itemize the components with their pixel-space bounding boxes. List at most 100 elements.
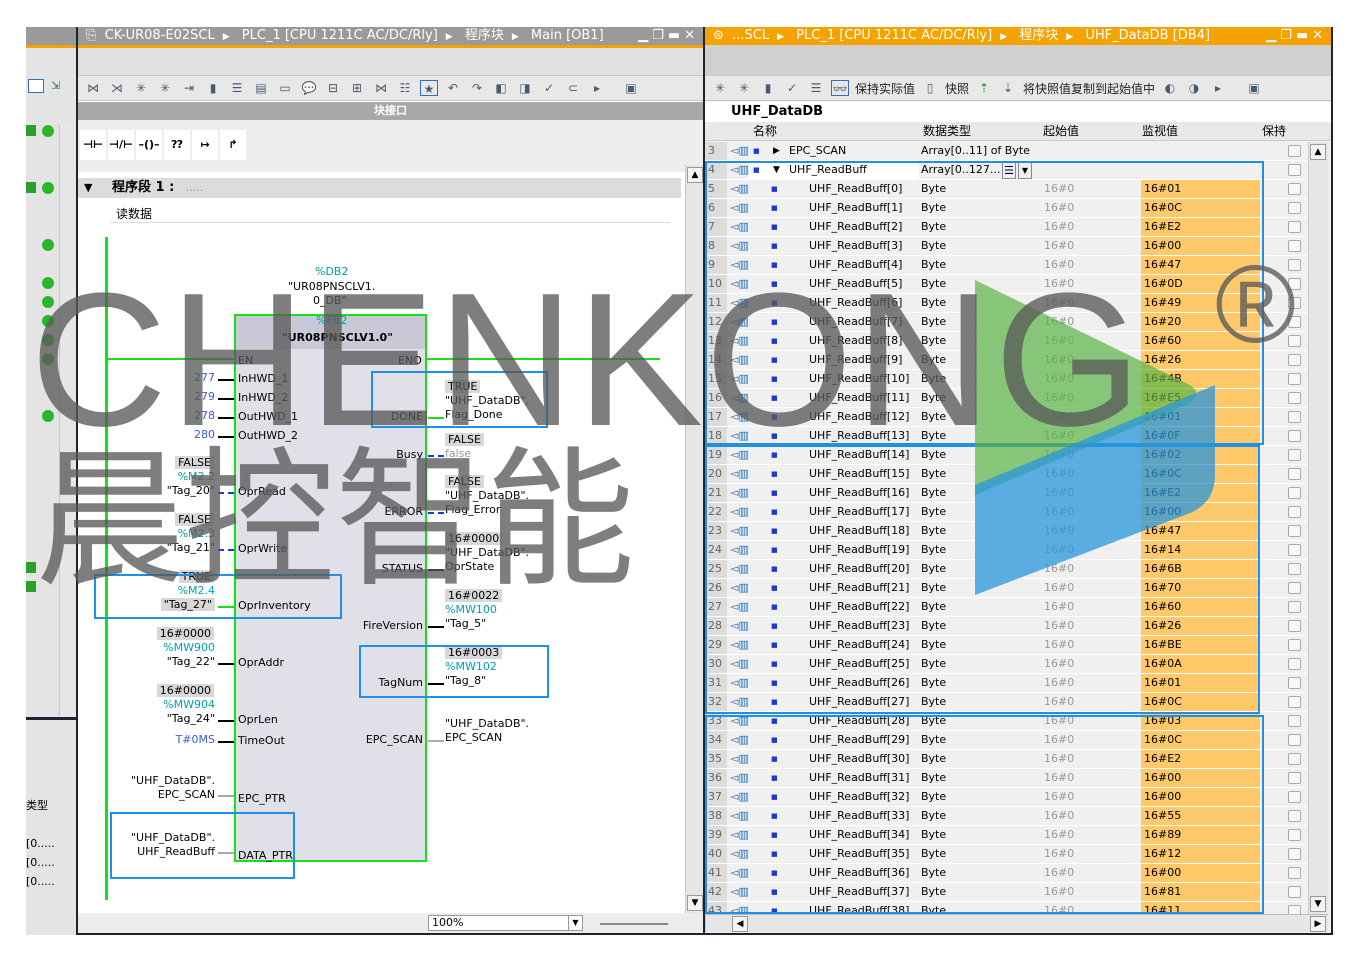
layout-icon[interactable]: ▣ (622, 80, 640, 96)
window-controls[interactable]: ▁❐▬✕ (1266, 27, 1327, 45)
retain-checkbox[interactable] (1288, 525, 1301, 537)
breadcrumb-item[interactable]: Main [OB1] (531, 28, 604, 43)
retain-checkbox[interactable] (1288, 905, 1301, 914)
col-type[interactable]: 数据类型 (923, 122, 971, 140)
breadcrumb-item[interactable]: 程序块 (465, 28, 504, 43)
retain-checkbox[interactable] (1288, 449, 1301, 461)
copy-snapshot-to-start-button[interactable]: 将快照值复制到起始值中 (1023, 80, 1155, 97)
input-tag[interactable]: "Tag_22" (167, 655, 215, 668)
input-address[interactable]: %MW900 (163, 641, 215, 654)
snapshot-download-icon[interactable]: ⇣ (999, 80, 1017, 96)
expand-icon[interactable]: ☰ (807, 80, 825, 96)
retain-checkbox[interactable] (1288, 259, 1301, 271)
input-tag[interactable]: "Tag_21" (167, 541, 215, 554)
empty-box-icon[interactable]: ⁇ (164, 130, 190, 160)
open-branch-icon[interactable]: ↦ (192, 130, 218, 160)
retain-checkbox[interactable] (1288, 202, 1301, 214)
network-list-icon[interactable]: ☰ (228, 80, 246, 96)
db-icon[interactable]: ▮ (204, 80, 222, 96)
expand-icon[interactable]: ▶ (773, 142, 780, 160)
retain-checkbox[interactable] (1288, 677, 1301, 689)
network-title-placeholder[interactable]: ..... (186, 181, 203, 194)
retain-checkbox[interactable] (1288, 373, 1301, 385)
retain-checkbox[interactable] (1288, 753, 1301, 765)
input-value[interactable]: 279 (194, 390, 215, 403)
network-comment[interactable]: 读数据 (116, 205, 152, 222)
input-value[interactable]: 277 (194, 371, 215, 384)
open-networks-icon[interactable]: ▤ (252, 80, 270, 96)
db-save-icon[interactable]: ▯ (921, 80, 939, 96)
download-icon[interactable]: ⇥ (180, 80, 198, 96)
output-operand[interactable]: Flag_Error (445, 503, 500, 516)
retain-checkbox[interactable] (1288, 145, 1301, 157)
add-row-icon[interactable]: ✳ (735, 80, 753, 96)
insert-network-icon[interactable]: ⋈ (84, 80, 102, 96)
monitor-all-icon[interactable]: 👓 (831, 80, 849, 96)
breadcrumb-item[interactable]: UHF_DataDB [DB4] (1085, 28, 1210, 43)
breadcrumb-item[interactable]: PLC_1 [CPU 1211C AC/DC/Rly] (796, 28, 992, 43)
abs-icon[interactable]: ⊟ (324, 80, 342, 96)
side-item[interactable]: [0..... (26, 837, 55, 850)
retain-checkbox[interactable] (1288, 297, 1301, 309)
output-operand[interactable]: EPC_SCAN (445, 731, 502, 744)
retain-checkbox[interactable] (1288, 278, 1301, 290)
load-start2-icon[interactable]: ◑ (1185, 80, 1203, 96)
retain-checkbox[interactable] (1288, 639, 1301, 651)
retain-checkbox[interactable] (1288, 430, 1301, 442)
retain-checkbox[interactable] (1288, 867, 1301, 879)
retain-checkbox[interactable] (1288, 506, 1301, 518)
export-icon[interactable]: ⇲ (51, 79, 60, 92)
col-start[interactable]: 起始值 (1043, 122, 1079, 140)
zoom-select[interactable]: 100% ▼ (428, 915, 583, 931)
output-tag[interactable]: "Tag_5" (445, 617, 486, 630)
retain-checkbox[interactable] (1288, 772, 1301, 784)
instance-db-name[interactable]: "UR08PNSCLV1. (288, 280, 375, 293)
nc-contact-icon[interactable]: ⊣/⊢ (108, 130, 134, 160)
keep-actual-values-button[interactable]: 保持实际值 (855, 80, 915, 97)
retain-checkbox[interactable] (1288, 240, 1301, 252)
snapshot-button[interactable]: 快照 (945, 80, 969, 97)
retain-checkbox[interactable] (1288, 316, 1301, 328)
delete-network-icon[interactable]: ⋊ (108, 80, 126, 96)
check-icon[interactable]: ✓ (783, 80, 801, 96)
window-controls[interactable]: ▁❐▬✕ (638, 27, 699, 45)
retain-checkbox[interactable] (1288, 658, 1301, 670)
retain-checkbox[interactable] (1288, 582, 1301, 594)
input-tag[interactable]: "Tag_20" (167, 484, 215, 497)
side-scrollbar[interactable] (59, 124, 76, 716)
breadcrumb-item[interactable]: CK-UR08-E02SCL (105, 28, 215, 43)
output-operand[interactable]: OprState (445, 560, 494, 573)
input-tag[interactable]: "Tag_24" (167, 712, 215, 725)
network-header[interactable]: ▼ 程序段 1 : ..... (78, 178, 681, 198)
member-name[interactable]: EPC_SCAN (789, 142, 846, 160)
retain-checkbox[interactable] (1288, 734, 1301, 746)
input-operand[interactable]: EPC_SCAN (158, 788, 215, 801)
side-item[interactable]: [0..... (26, 856, 55, 869)
breadcrumb-item[interactable]: ...SCL (732, 28, 769, 43)
ladder-vscrollbar[interactable]: ▲ ▼ (685, 165, 703, 913)
layout-icon[interactable]: ▣ (1245, 80, 1263, 96)
more-icon[interactable]: ▸ (1209, 80, 1227, 96)
symbol-icon[interactable]: ⊞ (348, 80, 366, 96)
retain-checkbox[interactable] (1288, 544, 1301, 556)
retain-checkbox[interactable] (1288, 620, 1301, 632)
data-type[interactable]: Array[0..11] of Byte (921, 142, 1039, 160)
input-address[interactable]: %M2.3 (178, 527, 215, 540)
output-operand[interactable]: "UHF_DataDB". (445, 546, 529, 559)
retain-checkbox[interactable] (1288, 392, 1301, 404)
goto-icon[interactable]: ↶ (444, 80, 462, 96)
retain-checkbox[interactable] (1288, 810, 1301, 822)
retain-checkbox[interactable] (1288, 715, 1301, 727)
retain-checkbox[interactable] (1288, 563, 1301, 575)
add-row-icon[interactable]: ✳ (156, 80, 174, 96)
retain-checkbox[interactable] (1288, 221, 1301, 233)
output-operand[interactable]: "UHF_DataDB". (445, 489, 529, 502)
snapshot-upload-icon[interactable]: ⇡ (975, 80, 993, 96)
retain-checkbox[interactable] (1288, 829, 1301, 841)
col-retain[interactable]: 保持 (1262, 122, 1286, 140)
coil-icon[interactable]: –()– (136, 130, 162, 160)
table-view-icon[interactable] (28, 79, 44, 93)
input-address[interactable]: %M2.2 (178, 470, 215, 483)
close-branch-icon[interactable]: ↱ (220, 130, 246, 160)
load-start-icon[interactable]: ◐ (1161, 80, 1179, 96)
